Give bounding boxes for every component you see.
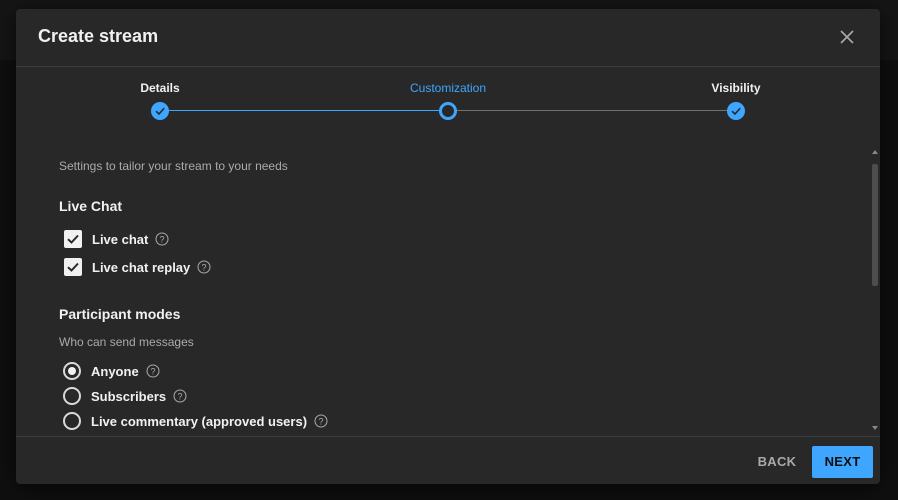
dialog-title: Create stream <box>38 26 159 46</box>
help-circle-icon[interactable]: ? <box>197 260 211 274</box>
help-circle-icon[interactable]: ? <box>314 414 328 428</box>
live-chat-replay-label: Live chat replay <box>92 259 191 275</box>
svg-text:?: ? <box>160 234 165 244</box>
svg-text:?: ? <box>202 262 207 272</box>
live-chat-replay-option[interactable]: Live chat replay ? <box>64 257 211 277</box>
participant-mode-subscribers[interactable]: Subscribers ? <box>63 386 187 406</box>
progress-stepper: Details Customization Visibility <box>16 67 880 145</box>
live-chat-replay-checkbox[interactable] <box>64 258 82 276</box>
stepper-track-completed <box>160 110 448 111</box>
svg-text:?: ? <box>319 416 324 426</box>
close-icon <box>840 30 854 44</box>
scroll-down-arrow-icon[interactable] <box>872 426 878 430</box>
svg-text:?: ? <box>150 366 155 376</box>
participant-mode-anyone[interactable]: Anyone ? <box>63 361 160 381</box>
step-visibility-label[interactable]: Visibility <box>711 81 760 95</box>
help-circle-icon[interactable]: ? <box>146 364 160 378</box>
step-customization-node[interactable] <box>439 102 457 120</box>
live-chat-label: Live chat <box>92 231 149 247</box>
back-button[interactable]: BACK <box>747 446 807 478</box>
help-circle-icon[interactable]: ? <box>173 389 187 403</box>
svg-text:?: ? <box>178 391 183 401</box>
participant-mode-live-commentary[interactable]: Live commentary (approved users) ? <box>63 411 328 431</box>
check-icon <box>67 234 79 244</box>
anyone-label: Anyone <box>91 363 139 379</box>
live-commentary-radio[interactable] <box>63 412 81 430</box>
step-details-node[interactable] <box>151 102 169 120</box>
stepper-track-remaining <box>448 110 736 111</box>
settings-intro: Settings to tailor your stream to your n… <box>59 159 288 173</box>
scrollbar-thumb[interactable] <box>872 164 878 286</box>
live-chat-checkbox[interactable] <box>64 230 82 248</box>
live-chat-option[interactable]: Live chat ? <box>64 229 169 249</box>
dialog-footer: BACK NEXT <box>16 436 880 484</box>
scroll-up-arrow-icon[interactable] <box>872 150 878 154</box>
check-icon <box>155 107 165 116</box>
check-icon <box>731 107 741 116</box>
step-details-label[interactable]: Details <box>140 81 179 95</box>
content-scrollbar[interactable] <box>869 145 880 435</box>
live-chat-section-title: Live Chat <box>59 198 123 214</box>
dialog-header: Create stream <box>16 9 880 67</box>
close-button[interactable] <box>834 24 860 50</box>
step-customization-label[interactable]: Customization <box>410 81 486 95</box>
step-visibility-node[interactable] <box>727 102 745 120</box>
anyone-radio[interactable] <box>63 362 81 380</box>
participant-modes-subtitle: Who can send messages <box>59 335 194 349</box>
next-button[interactable]: NEXT <box>812 446 873 478</box>
help-circle-icon[interactable]: ? <box>155 232 169 246</box>
participant-modes-section-title: Participant modes <box>59 306 181 322</box>
live-commentary-label: Live commentary (approved users) <box>91 413 308 429</box>
check-icon <box>67 262 79 272</box>
subscribers-label: Subscribers <box>91 388 167 404</box>
settings-scroll-area[interactable]: Settings to tailor your stream to your n… <box>16 145 880 435</box>
create-stream-dialog: Create stream Details Customization Visi… <box>16 9 880 484</box>
subscribers-radio[interactable] <box>63 387 81 405</box>
